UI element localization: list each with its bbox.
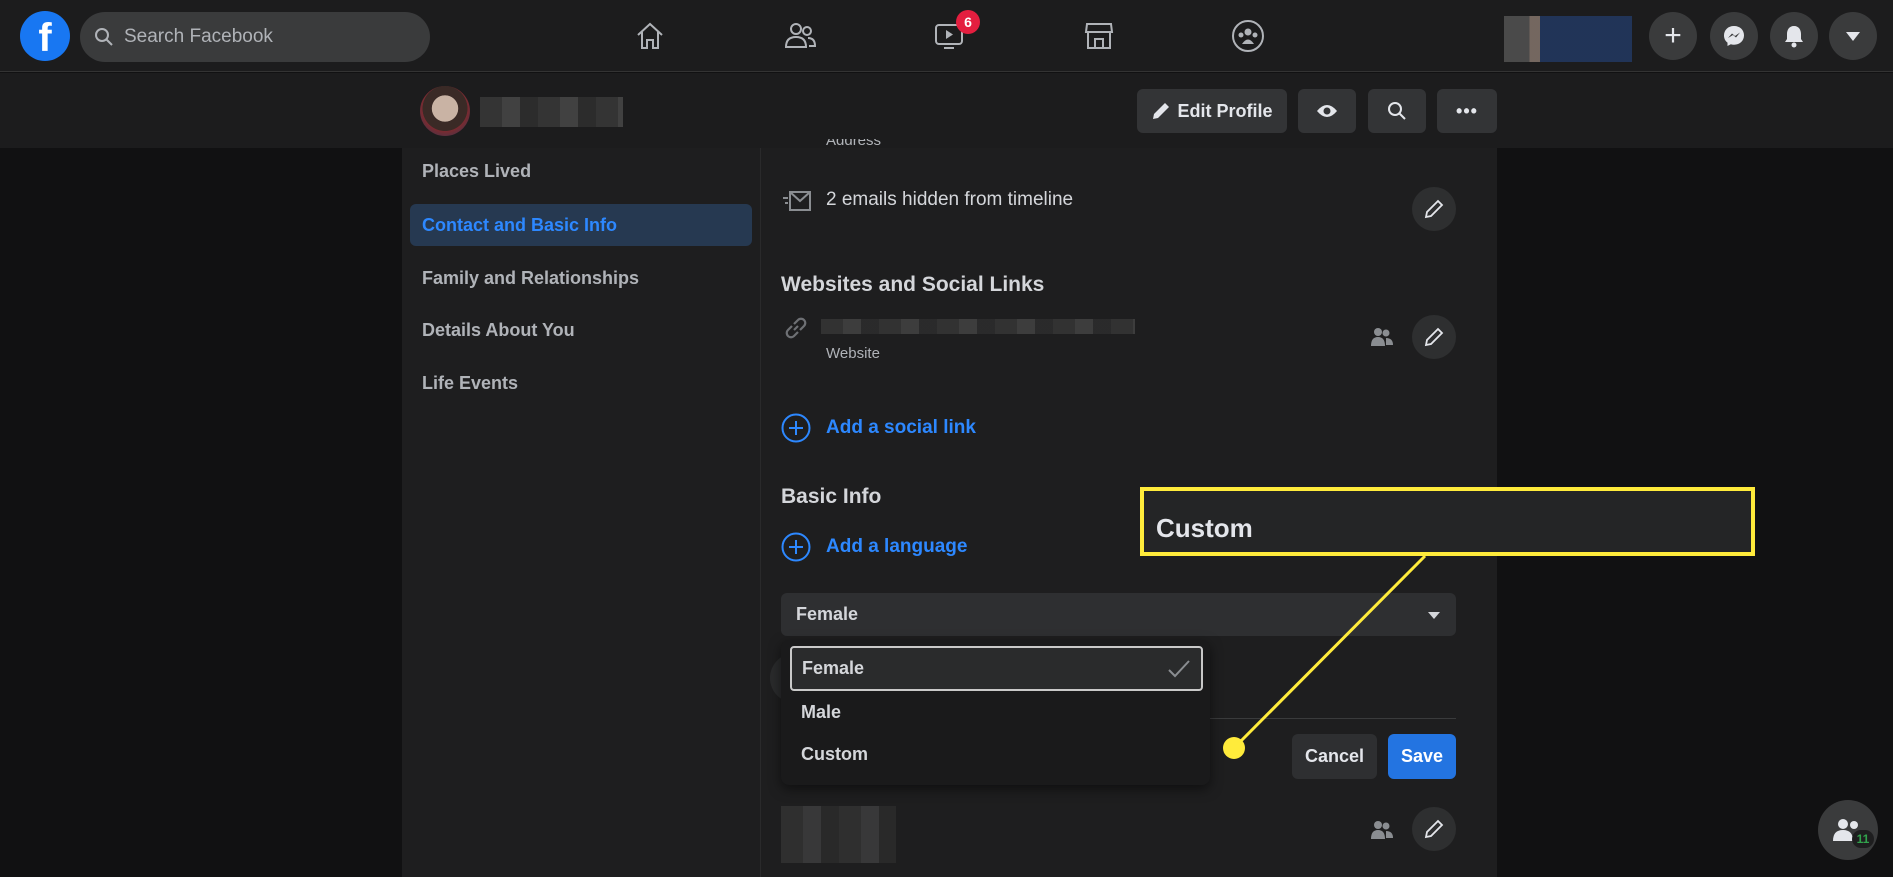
contacts-badge: 11 bbox=[1852, 830, 1874, 848]
callout-box: Custom bbox=[1140, 487, 1755, 556]
callout-text: Custom bbox=[1156, 513, 1253, 543]
callout-line bbox=[1232, 554, 1427, 750]
callout-dot bbox=[1223, 737, 1245, 759]
callout-pointer bbox=[1223, 554, 1427, 759]
